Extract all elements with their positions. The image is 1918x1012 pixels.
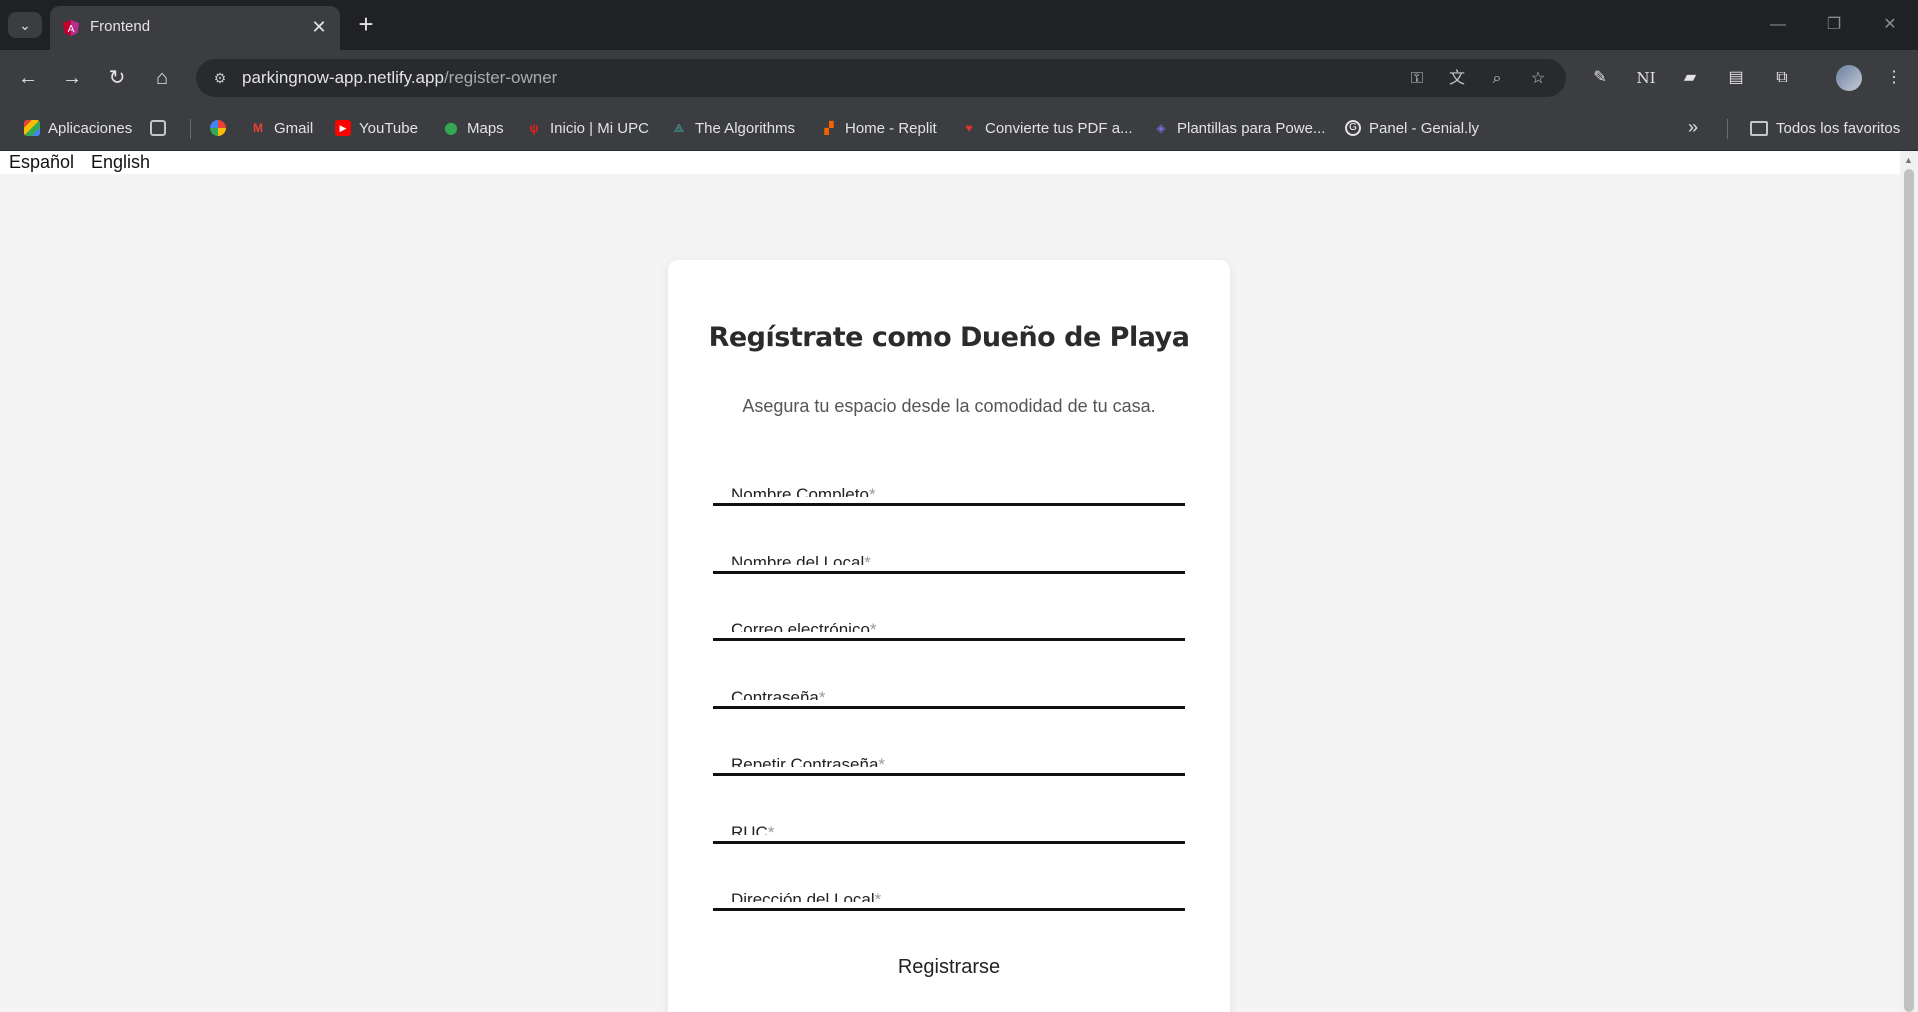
language-bar: Español English <box>0 151 1900 174</box>
slides-icon: ◈ <box>1156 121 1166 135</box>
bookmark-label: Convierte tus PDF a... <box>985 119 1133 137</box>
apps-grid-icon <box>24 120 40 136</box>
replit-icon: ▞ <box>824 121 834 135</box>
angular-favicon-icon: A <box>63 20 79 36</box>
ruc-field[interactable]: RUC* <box>713 805 1185 844</box>
bookmark-separator <box>1727 119 1728 139</box>
home-icon[interactable]: ⌂ <box>148 64 176 92</box>
field-label: RUC* <box>731 824 775 835</box>
bookmark-label: Panel - Genial.ly <box>1369 119 1480 137</box>
business-address-field[interactable]: Dirección del Local* <box>713 872 1185 911</box>
bookmark-separator <box>190 119 191 139</box>
bookmark-label: Inicio | Mi UPC <box>550 119 649 137</box>
bookmark-photos[interactable] <box>210 117 234 139</box>
full-name-field[interactable]: Nombre Completo* <box>713 467 1185 506</box>
algorithms-icon: ⟁ <box>673 121 685 135</box>
field-label: Nombre Completo* <box>731 486 876 497</box>
zoom-icon[interactable]: ⌕ <box>1486 68 1508 90</box>
n-extension-icon[interactable]: NI <box>1632 64 1660 92</box>
site-info-icon[interactable]: ⚙ <box>210 68 230 88</box>
all-bookmarks-label: Todos los favoritos <box>1776 119 1901 137</box>
svg-text:A: A <box>68 24 75 35</box>
grid-icon <box>150 120 166 136</box>
browser-toolbar: ← → ↻ ⌂ ⚙ parkingnow-app.netlify.app/reg… <box>0 50 1918 106</box>
bookmark-label: Gmail <box>274 119 314 137</box>
bookmark-grid[interactable] <box>150 117 174 139</box>
heart-icon: ♥ <box>965 121 973 135</box>
minimize-icon[interactable]: — <box>1750 0 1806 50</box>
url-domain: parkingnow-app.netlify.app <box>242 68 444 87</box>
field-label: Nombre del Local* <box>731 554 871 565</box>
close-window-icon[interactable]: ✕ <box>1862 0 1918 50</box>
bookmark-algorithms[interactable]: ⟁ The Algorithms <box>671 117 795 139</box>
all-bookmarks-folder[interactable]: Todos los favoritos <box>1750 117 1900 139</box>
bookmarks-bar: Aplicaciones M Gmail ▶ YouTube ⬤ Maps ψ … <box>0 106 1918 151</box>
page-scrollbar[interactable]: ▲ <box>1900 151 1918 1012</box>
eyedropper-extension-icon[interactable]: ✎ <box>1586 64 1614 92</box>
window-controls: — ❐ ✕ <box>1750 0 1918 50</box>
tab-search-button[interactable]: ⌄ <box>8 12 42 38</box>
translate-icon[interactable]: 文 <box>1446 68 1468 90</box>
google-icon: G <box>1345 120 1361 136</box>
bookmark-upc[interactable]: ψ Inicio | Mi UPC <box>526 117 649 139</box>
url-path: /register-owner <box>443 68 558 87</box>
bookmark-label: Aplicaciones <box>48 119 133 137</box>
tab-strip: ⌄ A Frontend ✕ + — ❐ ✕ <box>0 0 1918 50</box>
profile-avatar[interactable] <box>1836 65 1862 91</box>
password-key-icon[interactable]: ⚿ <box>1406 68 1428 90</box>
scroll-up-icon[interactable]: ▲ <box>1904 155 1913 165</box>
bookmark-genially[interactable]: G Panel - Genial.ly <box>1345 117 1479 139</box>
tab-title: Frontend <box>90 18 151 35</box>
scroll-thumb[interactable] <box>1904 169 1914 1012</box>
lang-spanish-link[interactable]: Español <box>9 152 74 173</box>
register-card: Regístrate como Dueño de Playa Asegura t… <box>668 260 1230 1012</box>
bookmark-label: The Algorithms <box>695 119 796 137</box>
gmail-icon: M <box>253 121 263 135</box>
upc-icon: ψ <box>529 121 539 135</box>
page-viewport: Español English Regístrate como Dueño de… <box>0 151 1900 1012</box>
printer-extension-icon[interactable]: ▤ <box>1722 64 1750 92</box>
cat-extension-icon[interactable]: ▰ <box>1676 64 1704 92</box>
page-subtitle: Asegura tu espacio desde la comodidad de… <box>742 396 1156 416</box>
lang-english-link[interactable]: English <box>91 152 150 173</box>
browser-tab[interactable]: A Frontend ✕ <box>50 6 340 50</box>
url-text[interactable]: parkingnow-app.netlify.app/register-owne… <box>242 68 557 88</box>
repeat-password-field[interactable]: Repetir Contraseña* <box>713 737 1185 776</box>
forward-icon[interactable]: → <box>58 64 86 92</box>
bookmark-gmail[interactable]: M Gmail <box>250 117 313 139</box>
register-button[interactable]: Registrarse <box>668 956 1230 979</box>
more-bookmarks-icon[interactable]: » <box>1688 117 1698 138</box>
folder-icon <box>1750 120 1768 136</box>
bookmark-replit[interactable]: ▞ Home - Replit <box>821 117 937 139</box>
more-menu-icon[interactable]: ⋮ <box>1880 64 1908 92</box>
password-field[interactable]: Contraseña* <box>713 670 1185 709</box>
back-icon[interactable]: ← <box>14 64 42 92</box>
bookmark-label: Plantillas para Powe... <box>1177 119 1326 137</box>
photos-icon <box>210 120 226 136</box>
page-title: Regístrate como Dueño de Playa <box>708 322 1190 353</box>
bookmark-maps[interactable]: ⬤ Maps <box>443 117 504 139</box>
field-label: Repetir Contraseña* <box>731 756 886 767</box>
new-tab-icon[interactable]: + <box>352 10 380 38</box>
tab-close-icon[interactable]: ✕ <box>308 16 330 38</box>
bookmark-plantillas[interactable]: ◈ Plantillas para Powe... <box>1153 117 1325 139</box>
email-field[interactable]: Correo electrónico* <box>713 602 1185 641</box>
address-bar[interactable]: ⚙ parkingnow-app.netlify.app/register-ow… <box>196 59 1566 97</box>
youtube-icon: ▶ <box>335 120 351 136</box>
field-label: Dirección del Local* <box>731 891 882 902</box>
bookmark-label: YouTube <box>359 119 418 137</box>
restore-icon[interactable]: ❐ <box>1806 0 1862 50</box>
maps-icon: ⬤ <box>444 121 458 135</box>
bookmark-star-icon[interactable]: ☆ <box>1527 68 1549 90</box>
extensions-puzzle-icon[interactable]: ⧉ <box>1768 64 1796 92</box>
field-label: Contraseña* <box>731 689 826 700</box>
bookmark-youtube[interactable]: ▶ YouTube <box>335 117 418 139</box>
bookmark-label: Maps <box>467 119 504 137</box>
business-name-field[interactable]: Nombre del Local* <box>713 535 1185 574</box>
bookmark-apps[interactable]: Aplicaciones <box>24 117 132 139</box>
bookmark-pdf[interactable]: ♥ Convierte tus PDF a... <box>961 117 1133 139</box>
field-label: Correo electrónico* <box>731 621 877 632</box>
bookmark-label: Home - Replit <box>845 119 937 137</box>
reload-icon[interactable]: ↻ <box>103 64 131 92</box>
